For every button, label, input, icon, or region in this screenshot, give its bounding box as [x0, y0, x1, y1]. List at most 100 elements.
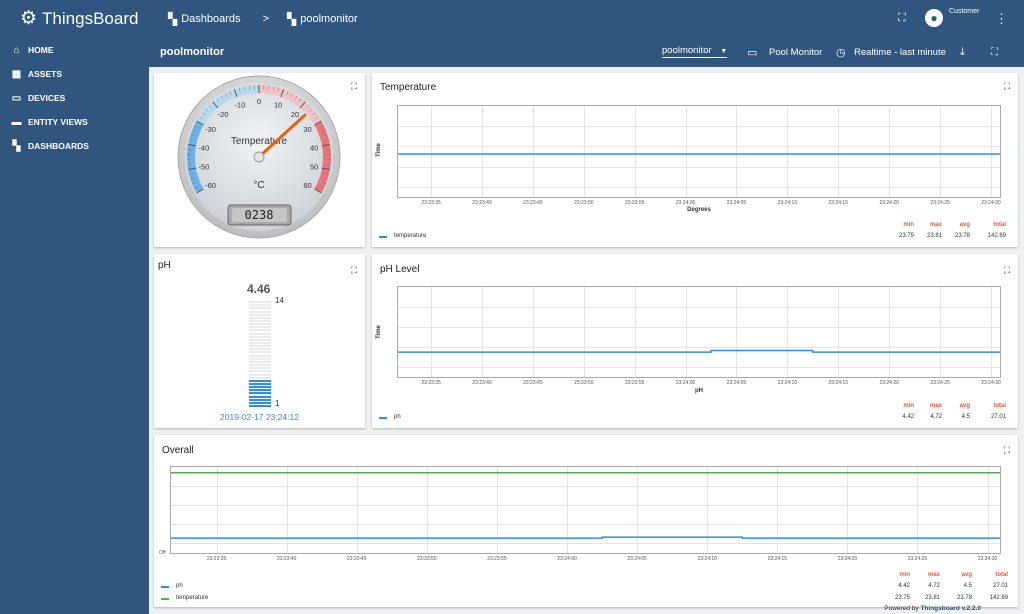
sidebar-item-home[interactable]: ⌂ HOME — [0, 38, 149, 62]
dashboard-toolbar: poolmonitor poolmonitor ▼ ▭ Pool Monitor… — [149, 37, 1024, 67]
ph-timestamp: 2019-02-17 23:24:12 — [220, 412, 299, 422]
x-tick-label: 23:24:30 — [981, 380, 1001, 386]
x-tick-label: 23:23:45 — [523, 380, 543, 386]
fullscreen-icon[interactable]: ⛶ — [1004, 81, 1010, 92]
legend-series-name[interactable]: ph — [394, 414, 401, 420]
x-tick-label: 23:23:45 — [523, 200, 543, 206]
y-tick-label: Off — [159, 550, 166, 556]
state-select[interactable]: poolmonitor ▼ — [662, 45, 728, 58]
x-tick-label: 23:23:40 — [472, 380, 492, 386]
fullscreen-icon[interactable]: ⛶ — [351, 265, 357, 276]
gauge-tick-label: -10 — [234, 100, 245, 109]
fullscreen-icon[interactable]: ⛶ — [1004, 265, 1010, 276]
fullscreen-icon[interactable]: ⛶ — [991, 47, 998, 58]
legend-series-name[interactable]: ph — [176, 583, 183, 589]
x-tick-label: 23:23:55 — [487, 556, 507, 562]
ph-bar-segment — [249, 304, 271, 307]
x-tick-label: 23:24:15 — [828, 380, 848, 386]
ph-bar-segment — [249, 398, 271, 401]
legend-header-avg: avg — [959, 403, 970, 409]
ph-bar-segment — [249, 338, 271, 341]
legend-value-avg: 4.5 — [961, 414, 970, 420]
legend-value-max: 23.81 — [924, 595, 940, 601]
gauge-tick-label: 60 — [303, 181, 311, 190]
devices-icon: ▭ — [11, 92, 22, 104]
dashboard-icon: ▚ — [287, 11, 297, 26]
ph-bar-segment — [249, 348, 271, 351]
ph-bar-segment — [249, 357, 271, 360]
sidebar-item-assets[interactable]: ▦ ASSETS — [0, 62, 149, 86]
legend-value-min: 23.75 — [898, 233, 914, 239]
fullscreen-icon[interactable]: ⛶ — [1004, 445, 1010, 456]
temperature-chart-widget: Temperature ⛶ Time 23:23:35 23:23:40 23:23… — [372, 73, 1018, 247]
user-role: Customer — [949, 8, 980, 15]
ph-bar-segment — [249, 310, 271, 313]
gauge-tick-label: -30 — [205, 125, 216, 134]
download-icon[interactable]: ⤓ — [960, 46, 965, 59]
x-tick-label: 23:23:55 — [624, 380, 645, 386]
legend-header-min: min — [903, 403, 914, 409]
gauge-tick-label: 10 — [274, 100, 282, 109]
series-line-ph — [398, 349, 1000, 353]
more-menu-icon[interactable]: ⋮ — [995, 11, 1008, 27]
entity-label[interactable]: Pool Monitor — [769, 47, 822, 58]
x-tick-label: 23:24:10 — [697, 556, 717, 562]
legend-header-max: max — [929, 403, 942, 409]
legend-header-total: total — [993, 403, 1006, 409]
legend-header-avg: avg — [959, 222, 970, 228]
x-tick-label: 23:24:05 — [726, 380, 747, 386]
ph-value: 4.46 — [247, 282, 271, 296]
legend-header-total: total — [993, 222, 1006, 228]
fullscreen-icon[interactable]: ⛶ — [898, 12, 906, 25]
x-tick-label: 23:23:50 — [417, 556, 437, 562]
x-axis-label: Degrees — [687, 207, 711, 213]
chevron-down-icon: ▼ — [720, 48, 728, 55]
gauge-tick-label: -60 — [205, 181, 216, 190]
gauge-tick-label: 40 — [310, 143, 318, 152]
sidebar-item-dashboards[interactable]: ▚ DASHBOARDS — [0, 134, 149, 158]
widget-title: Temperature — [380, 82, 437, 93]
x-tick-label: 23:24:05 — [726, 200, 747, 206]
sidebar-item-entity-views[interactable]: ▬ ENTITY VIEWS — [0, 110, 149, 134]
ph-bar-segment — [249, 319, 271, 322]
x-tick-label: 23:23:40 — [276, 556, 297, 562]
gauge-tick-label: 0 — [257, 97, 261, 106]
x-tick-label: 23:24:20 — [837, 556, 858, 562]
ph-bar-segment — [249, 389, 271, 392]
ph-level-bar — [249, 300, 271, 407]
legend-series-name[interactable]: temperature — [394, 233, 426, 239]
timewindow-button[interactable]: Realtime - last minute — [854, 47, 946, 58]
gauge-tick-label: 50 — [310, 163, 318, 172]
x-tick-label: 23:24:05 — [627, 556, 647, 562]
ph-bar-segment — [249, 332, 271, 335]
breadcrumb-dashboards[interactable]: Dashboards — [181, 13, 240, 25]
powered-link[interactable]: Thingsboard v.2.2.0 — [920, 605, 981, 612]
x-tick-label: 23:24:30 — [977, 556, 998, 562]
x-tick-label: 23:24:10 — [777, 200, 798, 206]
ph-bar-segment — [249, 367, 271, 370]
legend-header-max: max — [929, 222, 942, 228]
avatar[interactable]: ● — [925, 9, 943, 27]
x-tick-label: 23:23:50 — [574, 380, 594, 386]
legend-value-min: 23.75 — [894, 595, 910, 601]
sidebar-item-label: ASSETS — [28, 69, 63, 79]
x-tick-label: 23:24:25 — [907, 556, 928, 562]
temperature-gauge: -60-50-40-30-20-10 0 102030405060 Temperat… — [177, 75, 341, 239]
gauge-tick-label: -40 — [198, 143, 209, 152]
ph-bar-segment — [249, 364, 271, 367]
logo[interactable]: ⚙ ThingsBoard — [0, 0, 149, 37]
legend-value-total: 142.69 — [987, 233, 1006, 239]
x-tick-label: 23:24:15 — [767, 556, 788, 562]
temperature-plot: 23:23:35 23:23:40 23:23:45 23:23:50 23:23:55… — [397, 105, 1001, 206]
legend-series-name[interactable]: temperature — [176, 595, 208, 601]
legend-swatch — [161, 598, 169, 600]
legend-value-avg: 4.5 — [963, 583, 972, 589]
overall-chart-widget: Overall ⛶ Off 23:23:35 23:23:40 23:23:45 23… — [154, 435, 1018, 607]
x-tick-label: 23:23:35 — [421, 200, 441, 206]
legend-header-total: total — [995, 572, 1008, 578]
x-tick-label: 23:23:45 — [347, 556, 367, 562]
ph-bar-segment — [249, 401, 271, 404]
sidebar-item-devices[interactable]: ▭ DEVICES — [0, 86, 149, 110]
ph-bar-segment — [249, 395, 271, 398]
dashboards-icon: ▚ — [12, 140, 21, 152]
